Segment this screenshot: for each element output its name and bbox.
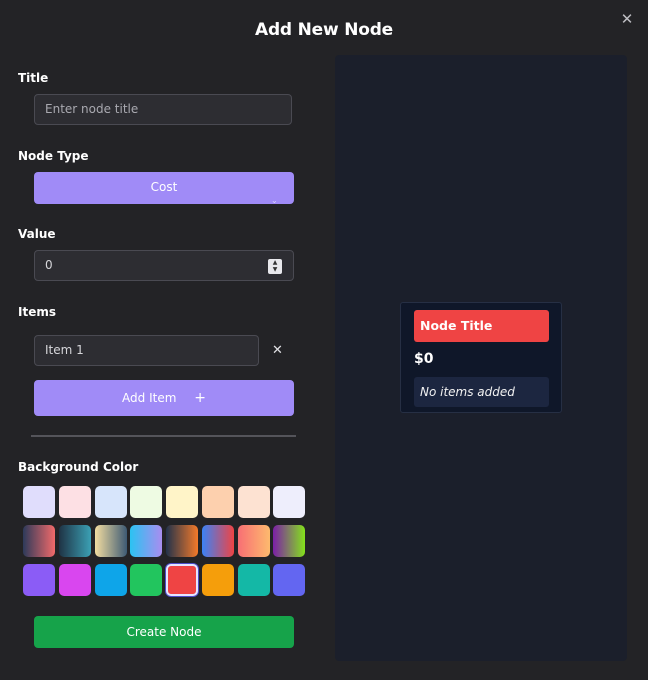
color-swatch[interactable]	[166, 564, 198, 596]
color-swatch[interactable]	[59, 486, 91, 518]
add-item-label: Add Item	[122, 391, 177, 405]
color-swatch[interactable]	[202, 564, 234, 596]
color-swatch[interactable]	[273, 525, 305, 557]
number-spinner-icon[interactable]: ▲ ▼	[268, 259, 282, 274]
color-swatch[interactable]	[238, 564, 270, 596]
divider	[31, 435, 296, 437]
color-swatch[interactable]	[23, 486, 55, 518]
color-swatch[interactable]	[130, 486, 162, 518]
node-type-label: Node Type	[18, 149, 89, 163]
color-swatch[interactable]	[202, 486, 234, 518]
color-swatch[interactable]	[59, 525, 91, 557]
items-label: Items	[18, 305, 56, 319]
color-swatch[interactable]	[23, 564, 55, 596]
value-label: Value	[18, 227, 56, 241]
color-swatch[interactable]	[202, 525, 234, 557]
chevron-down-icon: ⌄	[271, 196, 278, 205]
color-swatch[interactable]	[273, 486, 305, 518]
color-swatch[interactable]	[238, 486, 270, 518]
close-icon[interactable]: ✕	[619, 11, 635, 27]
plus-icon: +	[194, 390, 206, 406]
create-node-button[interactable]: Create Node	[34, 616, 294, 648]
node-items-placeholder: No items added	[414, 377, 549, 407]
color-swatch[interactable]	[23, 525, 55, 557]
value-input[interactable]: 0	[34, 250, 294, 281]
modal-title: Add New Node	[255, 20, 393, 40]
color-swatch[interactable]	[273, 564, 305, 596]
color-swatch[interactable]	[130, 525, 162, 557]
color-swatch[interactable]	[95, 564, 127, 596]
item-input[interactable]: Item 1	[34, 335, 259, 366]
add-item-button[interactable]: Add Item +	[34, 380, 294, 416]
title-input[interactable]: Enter node title	[34, 94, 292, 125]
color-swatch[interactable]	[130, 564, 162, 596]
color-swatch[interactable]	[238, 525, 270, 557]
color-swatch[interactable]	[166, 486, 198, 518]
background-color-label: Background Color	[18, 460, 139, 474]
remove-item-icon[interactable]: ✕	[272, 343, 283, 358]
node-title: Node Title	[414, 310, 549, 342]
title-label: Title	[18, 71, 49, 85]
color-swatch[interactable]	[95, 525, 127, 557]
color-swatch[interactable]	[59, 564, 91, 596]
color-swatch[interactable]	[95, 486, 127, 518]
color-swatch[interactable]	[166, 525, 198, 557]
node-value: $0	[414, 351, 434, 367]
node-type-select[interactable]: Cost	[34, 172, 294, 204]
